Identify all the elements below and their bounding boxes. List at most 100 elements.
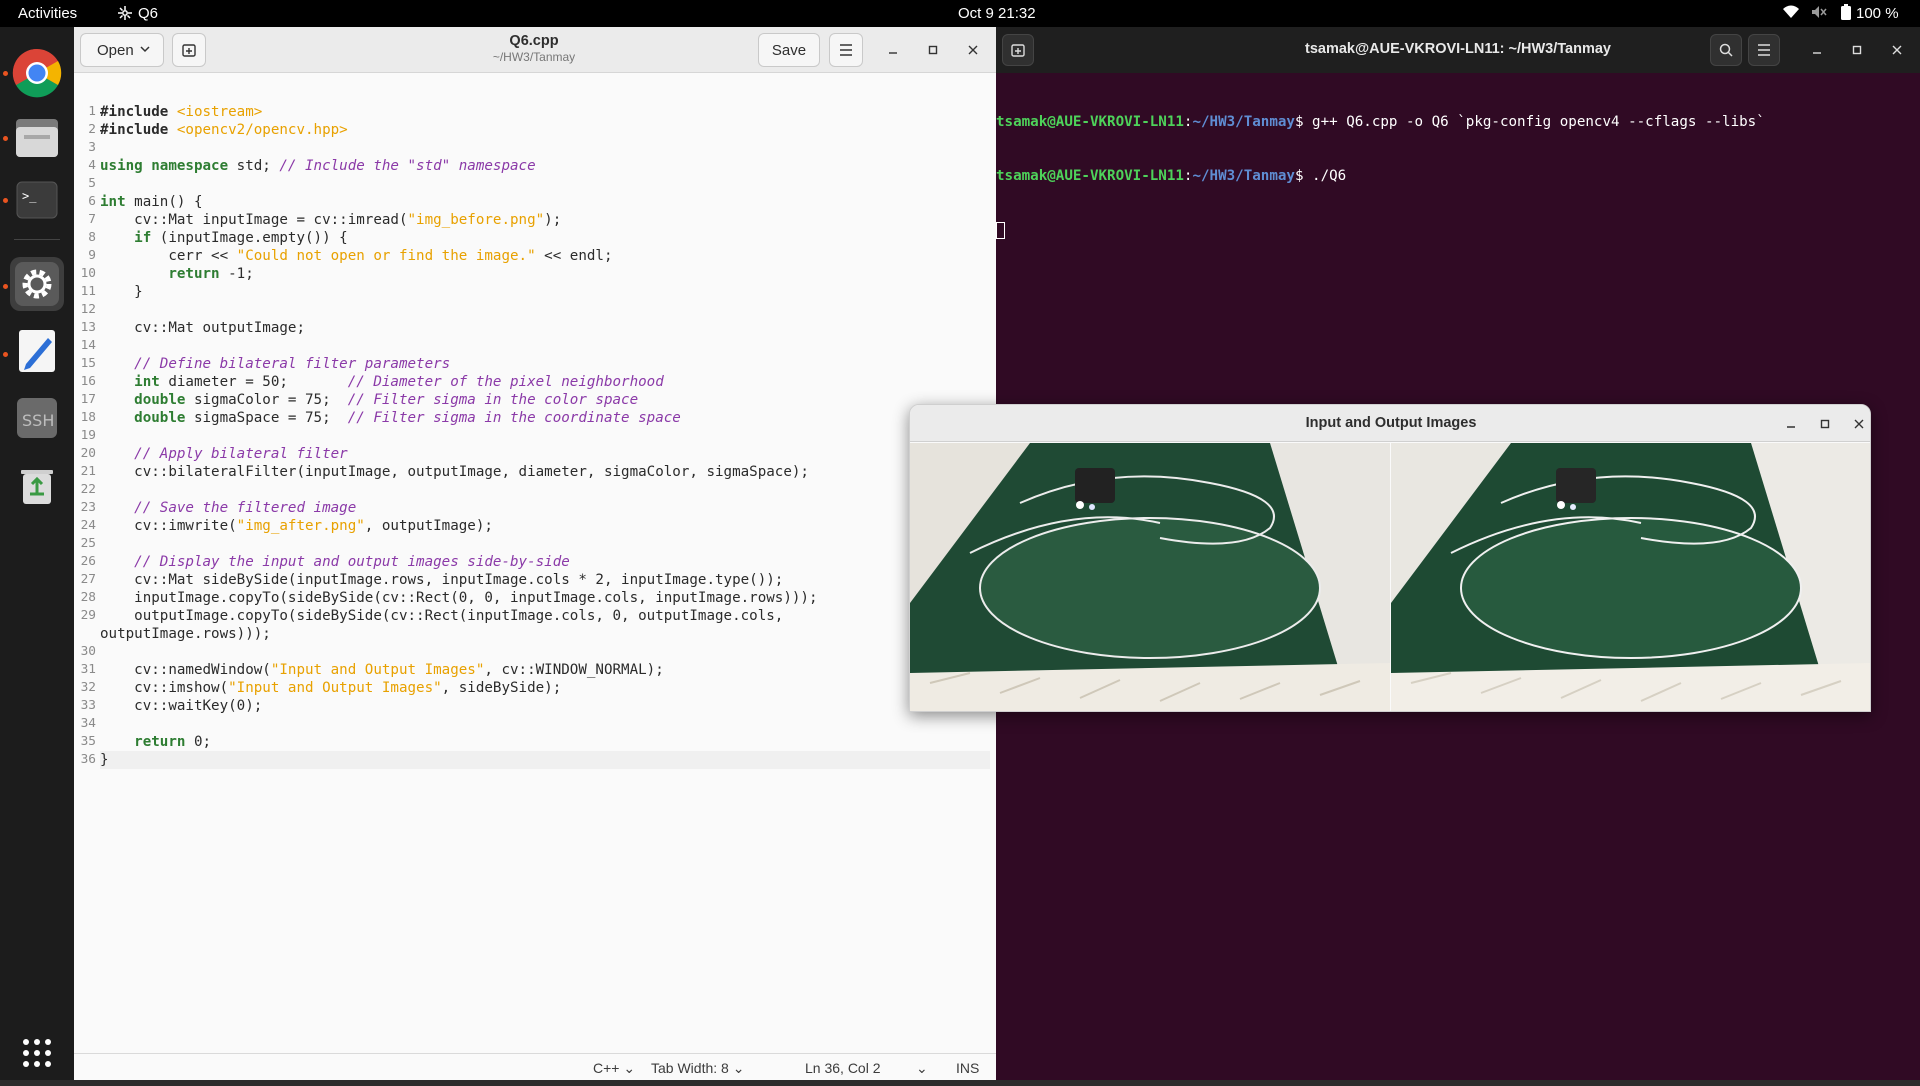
terminal-line: tsamak@AUE-VKROVI-LN11:~/HW3/Tanmay$ ./Q… — [996, 167, 1920, 185]
language-label: C++ — [593, 1060, 620, 1076]
line-number: 36 — [80, 752, 96, 767]
open-button[interactable]: Open — [80, 33, 164, 67]
terminal-output[interactable]: tsamak@AUE-VKROVI-LN11:~/HW3/Tanmay$ g++… — [996, 77, 1920, 275]
volume-muted-icon[interactable] — [1810, 4, 1828, 24]
new-tab-button[interactable] — [172, 33, 206, 67]
trash-icon[interactable] — [10, 458, 64, 512]
image-window-maximize-button[interactable] — [1814, 413, 1836, 435]
dock: >_ SSH — [0, 27, 74, 1080]
cursor-position-selector[interactable]: Ln 36, Col 2 — [805, 1060, 881, 1076]
document-title: Q6.cpp — [509, 33, 559, 49]
line-number: 14 — [80, 338, 96, 353]
line-number: 12 — [80, 302, 96, 317]
terminal-maximize-button[interactable] — [1846, 39, 1868, 61]
terminal-close-button[interactable] — [1886, 39, 1908, 61]
save-button[interactable]: Save — [758, 33, 820, 67]
terminal-icon[interactable]: >_ — [10, 173, 64, 227]
line-number — [74, 625, 96, 643]
close-button[interactable] — [962, 39, 984, 61]
code-token: int — [134, 374, 160, 390]
code-token: cv::bilateralFilter(inputImage, outputIm… — [100, 464, 809, 480]
code-line: int diameter = 50; // Diameter of the pi… — [100, 373, 990, 391]
code-line: cv::Mat sideBySide(inputImage.rows, inpu… — [100, 571, 990, 589]
line-number: 32 — [80, 680, 96, 695]
code-token: // Apply bilateral filter — [134, 446, 348, 462]
new-terminal-tab-button[interactable] — [1002, 34, 1034, 66]
minimize-button[interactable] — [882, 39, 904, 61]
code-token: sigmaColor = 75; — [185, 392, 348, 408]
clock[interactable]: Oct 9 21:32 — [958, 5, 1036, 22]
dock-separator — [14, 239, 60, 240]
minimize-icon — [889, 52, 897, 54]
code-token: -1; — [219, 266, 254, 282]
line-number: 16 — [80, 374, 96, 389]
battery-percentage[interactable]: 100 % — [1856, 5, 1899, 22]
code-token: diameter = 50; — [159, 374, 348, 390]
code-line: if (inputImage.empty()) { — [100, 229, 990, 247]
code-line: } — [100, 751, 990, 769]
new-tab-icon — [182, 44, 196, 57]
activities-button[interactable]: Activities — [18, 5, 77, 22]
code-token: } — [100, 752, 109, 768]
terminal-headerbar: tsamak@AUE-VKROVI-LN11: ~/HW3/Tanmay — [996, 27, 1920, 73]
code-token: outputImage.rows))); — [100, 626, 271, 642]
line-number: 33 — [80, 698, 96, 713]
code-token: , cv::WINDOW_NORMAL); — [484, 662, 664, 678]
battery-icon[interactable] — [1840, 4, 1852, 25]
chevron-down-icon[interactable]: ⌄ — [916, 1060, 928, 1077]
tab-width-label: Tab Width: 8 — [651, 1060, 729, 1076]
text-editor-icon[interactable] — [10, 324, 64, 378]
hamburger-menu-button[interactable] — [829, 33, 863, 67]
running-indicator — [3, 136, 8, 141]
code-editor[interactable]: #include <iostream> #include <opencv2/ope… — [100, 103, 990, 783]
line-number: 5 — [88, 176, 96, 191]
minimize-icon — [1787, 426, 1795, 428]
ssh-icon[interactable]: SSH — [10, 391, 64, 445]
app-name: Q6 — [138, 5, 159, 22]
code-token: 0; — [185, 734, 212, 750]
close-icon — [1892, 45, 1902, 55]
language-selector[interactable]: C++ ⌄ — [593, 1060, 635, 1077]
line-number: 31 — [80, 662, 96, 677]
maximize-button[interactable] — [922, 39, 944, 61]
code-token: << endl; — [535, 248, 613, 264]
code-line: cv::Mat inputImage = cv::imread("img_bef… — [100, 211, 990, 229]
code-token: // Filter sigma in the coordinate space — [347, 410, 681, 426]
wifi-icon[interactable] — [1782, 4, 1800, 24]
image-window-close-button[interactable] — [1848, 413, 1870, 435]
document-path: ~/HW3/Tanmay — [492, 50, 576, 64]
terminal-title: tsamak@AUE-VKROVI-LN11: ~/HW3/Tanmay — [1305, 41, 1611, 57]
insert-mode-indicator[interactable]: INS — [956, 1060, 979, 1076]
svg-text:SSH: SSH — [22, 411, 54, 430]
editor-title-area: Q6.cpp ~/HW3/Tanmay — [374, 33, 694, 64]
terminal-search-button[interactable] — [1710, 34, 1742, 66]
terminal-command: $ ./Q6 — [1294, 168, 1347, 184]
line-number: 26 — [80, 554, 96, 569]
code-line: // Display the input and output images s… — [100, 553, 990, 571]
code-token: // Filter sigma in the color space — [347, 392, 639, 408]
terminal-line: tsamak@AUE-VKROVI-LN11:~/HW3/Tanmay$ g++… — [996, 113, 1920, 131]
settings-icon[interactable] — [10, 257, 64, 311]
app-menu[interactable]: Q6 — [116, 5, 158, 22]
line-number: 1 — [88, 104, 96, 119]
code-token: // Include the "std" namespace — [279, 158, 536, 174]
new-tab-icon — [1011, 44, 1025, 57]
open-label: Open — [97, 41, 134, 59]
terminal-menu-button[interactable] — [1748, 34, 1780, 66]
files-icon[interactable] — [10, 111, 64, 165]
maximize-icon — [1852, 45, 1862, 55]
code-token: main() { — [125, 194, 203, 210]
code-line: // Define bilateral filter parameters — [100, 355, 990, 373]
image-window-minimize-button[interactable] — [1780, 413, 1802, 435]
code-token: ); — [544, 212, 562, 228]
apps-grid-icon[interactable] — [10, 1027, 64, 1081]
terminal-minimize-button[interactable] — [1806, 39, 1828, 61]
code-token: <opencv2/opencv.hpp> — [176, 122, 348, 138]
tab-width-selector[interactable]: Tab Width: 8 ⌄ — [651, 1060, 744, 1077]
chrome-icon[interactable] — [10, 46, 64, 100]
